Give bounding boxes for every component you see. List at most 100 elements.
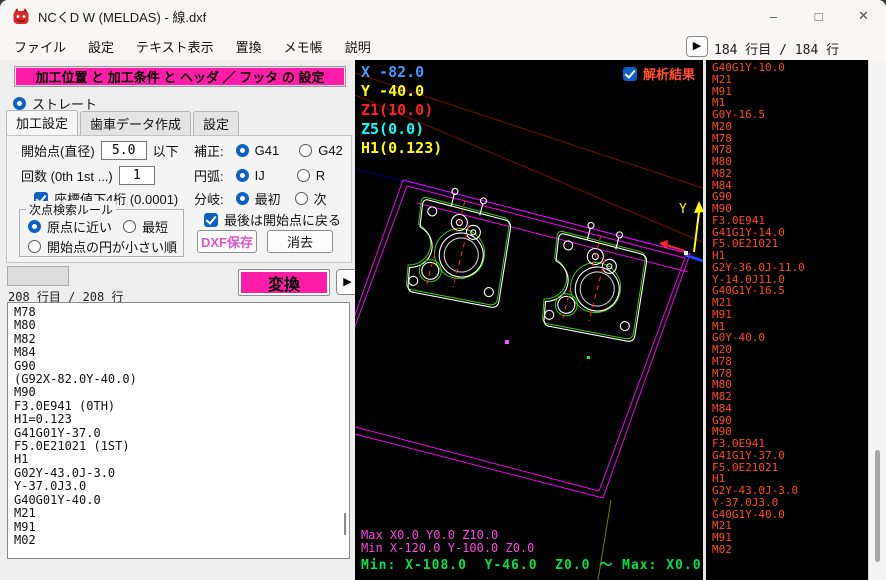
- next-point-rule-group: 次点検索ルール 原点に近い 最短 開始点の円が小さい順: [19, 201, 184, 257]
- straight-radio[interactable]: [13, 97, 26, 110]
- analysis-gcode-list[interactable]: G40G1Y-10.0 M21 M91 M1 G0Y-16.5 M20 M78 M78 M80 M…: [706, 60, 868, 580]
- analysis-gcode-line: M20: [712, 119, 732, 133]
- maximize-button[interactable]: □: [796, 0, 841, 32]
- count-input[interactable]: [118, 166, 155, 185]
- play-icon: ▶: [343, 275, 352, 288]
- tab-settings[interactable]: 設定: [193, 111, 240, 136]
- ij-radio[interactable]: [235, 169, 249, 182]
- analysis-checkbox[interactable]: [623, 66, 637, 81]
- rule-small-circle-label: 開始点の円が小さい順: [47, 240, 178, 255]
- analysis-result-toggle[interactable]: 解析結果: [623, 64, 695, 83]
- menu-item-replace[interactable]: 置換: [236, 37, 262, 56]
- branch-next-radio[interactable]: [294, 192, 308, 205]
- menu-bar: ファイル 設定 テキスト表示 置換 メモ帳 説明: [0, 32, 700, 60]
- right-scrollbar[interactable]: [868, 60, 886, 580]
- gcode-line: (G92X-82.0Y-40.0): [14, 372, 137, 387]
- analysis-gcode-line: M20: [712, 343, 732, 356]
- convert-button[interactable]: 変換: [238, 269, 330, 296]
- dxf-save-button[interactable]: DXF保存: [197, 230, 257, 253]
- step-play-button-top[interactable]: ▶: [686, 36, 708, 57]
- analysis-gcode-line: M78: [712, 354, 732, 368]
- right-scrollbar-thumb[interactable]: [875, 450, 880, 562]
- right-line-status: 184 行目 / 184 行: [714, 43, 840, 58]
- tab-machining-settings[interactable]: 加工設定: [6, 110, 79, 136]
- return-start-checkbox[interactable]: [204, 212, 218, 227]
- branch-label: 分岐:: [194, 192, 224, 207]
- analysis-gcode-line: G90: [712, 190, 732, 204]
- rule-shortest-radio[interactable]: [123, 220, 136, 233]
- gcode-line: M02: [14, 532, 36, 547]
- analysis-gcode-line: F5.0E21021: [712, 237, 779, 251]
- dxf-frame: [355, 179, 691, 499]
- left-panel: 加工位置 と 加工条件 と ヘッダ ／ フッタ の 設定 ストレート 加工設定 …: [0, 60, 359, 580]
- app-window: NCくD W (MELDAS) - 線.dxf – □ ✕ ファイル 設定 テキ…: [0, 0, 886, 580]
- g41-radio[interactable]: [235, 144, 249, 157]
- readout-line: H1(0.123): [361, 139, 443, 157]
- gcode-line: F5.0E21021 (1ST): [14, 439, 130, 454]
- analysis-gcode-line: G2Y-36.0J-11.0: [712, 260, 805, 274]
- menu-item-file[interactable]: ファイル: [14, 37, 66, 56]
- point-marker: [587, 356, 590, 359]
- readout-line: Z1(10.0): [361, 101, 434, 119]
- analysis-gcode-line: G40G1Y-10.0: [712, 61, 785, 74]
- rule-small-circle-radio[interactable]: [28, 240, 41, 253]
- readout-line: X -82.0: [361, 63, 425, 81]
- analysis-gcode-line: G0Y-40.0: [712, 331, 765, 345]
- start-diameter-input[interactable]: [100, 141, 147, 160]
- editor-scrollbar[interactable]: [344, 513, 346, 535]
- play-icon: ▶: [692, 40, 702, 52]
- range-extent-text: Min: X-108.0 Y-46.0 Z0.0 ～ Max: X0.0: [361, 558, 702, 573]
- gcode-line: H1: [14, 452, 29, 467]
- readout-line: Y -40.0: [361, 82, 425, 100]
- analysis-gcode-line: M78: [712, 143, 732, 157]
- analysis-gcode-line: M90: [712, 202, 732, 215]
- app-icon: [13, 8, 29, 24]
- point-marker: [505, 340, 509, 344]
- gcode-line: H1=0.123: [14, 412, 72, 427]
- g41-label: G41: [254, 143, 280, 158]
- title-bar: NCくD W (MELDAS) - 線.dxf – □ ✕: [0, 0, 886, 32]
- analysis-gcode-line: F3.0E941: [712, 213, 765, 227]
- menu-item-settings[interactable]: 設定: [88, 37, 114, 56]
- analysis-gcode-line: G0Y-16.5: [712, 108, 765, 121]
- g42-radio[interactable]: [299, 144, 313, 157]
- cad-canvas[interactable]: Y X -82.0 Y -40.0 Z1(10.0) Z5(0.0) H1(0.123)…: [355, 60, 703, 580]
- analysis-gcode-line: M91: [712, 531, 732, 544]
- max-extent-text: Max X0.0 Y0.0 Z10.0: [361, 528, 499, 542]
- tab-gear-data[interactable]: 歯車データ作成: [80, 111, 192, 136]
- readout-line: Z5(0.0): [361, 120, 425, 138]
- analysis-gcode-line: G90: [712, 413, 732, 427]
- g42-label: G42: [318, 143, 343, 158]
- settings-banner: 加工位置 と 加工条件 と ヘッダ ／ フッタ の 設定: [14, 66, 346, 87]
- min-extent-text: Min X-120.0 Y-100.0 Z0.0: [361, 541, 535, 555]
- menu-item-help[interactable]: 説明: [345, 37, 371, 56]
- analysis-gcode-line: F5.0E21021: [712, 460, 779, 474]
- branch-first-radio[interactable]: [235, 192, 249, 205]
- ij-label: IJ: [254, 168, 265, 183]
- next-point-rule-title: 次点検索ルール: [26, 201, 117, 218]
- analysis-gcode-line: M84: [712, 178, 732, 192]
- menu-item-memo[interactable]: メモ帳: [284, 37, 323, 56]
- window-title: NCくD W (MELDAS) - 線.dxf: [38, 9, 207, 25]
- analysis-gcode-line: M78: [712, 366, 732, 380]
- close-button[interactable]: ✕: [841, 0, 886, 32]
- compensation-label: 補正:: [194, 144, 224, 159]
- analysis-gcode-line: M78: [712, 131, 732, 145]
- analysis-gcode-line: M82: [712, 390, 732, 403]
- analysis-gcode-line: Y-37.0J3.0: [712, 495, 779, 509]
- minimize-button[interactable]: –: [751, 0, 796, 32]
- gcode-line: G40G01Y-40.0: [14, 492, 101, 507]
- analysis-gcode-line: M80: [712, 155, 732, 168]
- clear-button[interactable]: 消去: [267, 230, 333, 253]
- analysis-gcode-line: G40G1Y-16.5: [712, 284, 785, 298]
- rule-near-origin-radio[interactable]: [28, 220, 41, 233]
- analysis-gcode-line: M91: [712, 84, 732, 98]
- gcode-line: M80: [14, 318, 36, 333]
- analysis-gcode-line: M02: [712, 542, 732, 556]
- return-start-label: 最後は開始点に戻る: [224, 213, 342, 228]
- gcode-editor[interactable]: M78 M80 M82 M84 G90 (G92X-82.0Y-40.0) M90 F3.0E…: [7, 302, 350, 559]
- analysis-gcode-line: M82: [712, 166, 732, 180]
- menu-item-text-display[interactable]: テキスト表示: [136, 37, 214, 56]
- gcode-line: F3.0E941 (0TH): [14, 398, 116, 413]
- r-radio[interactable]: [296, 169, 310, 182]
